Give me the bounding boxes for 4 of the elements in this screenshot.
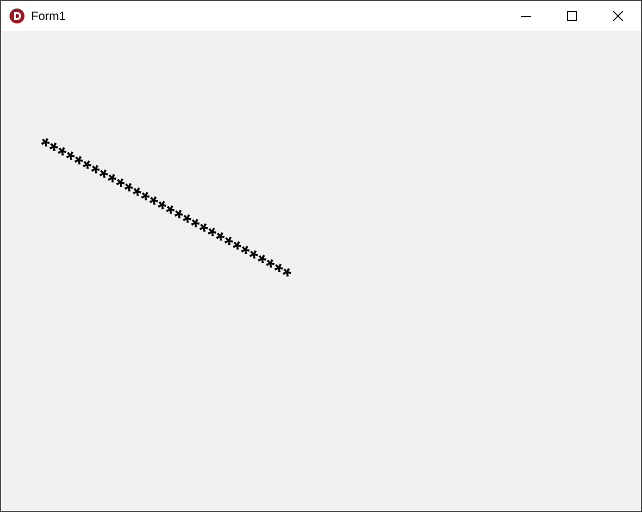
maximize-icon xyxy=(567,11,577,21)
close-icon xyxy=(613,11,623,21)
window-title: Form1 xyxy=(31,8,66,25)
app-icon xyxy=(9,8,25,24)
